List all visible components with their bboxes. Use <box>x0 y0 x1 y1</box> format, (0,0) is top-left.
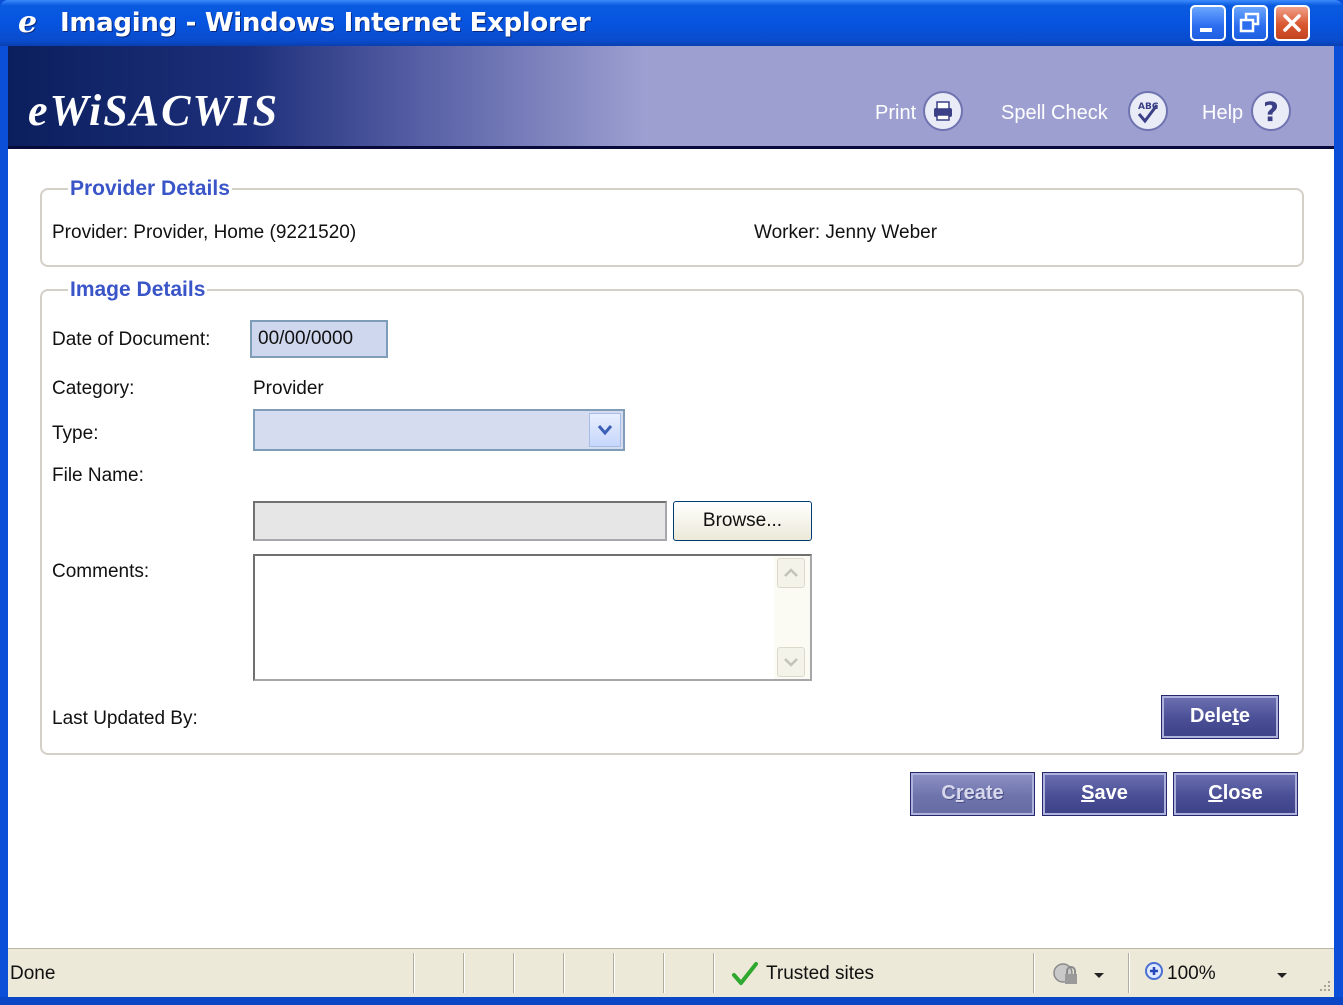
provider-details-legend: Provider Details <box>70 177 230 200</box>
status-text: Done <box>10 963 56 984</box>
minimize-button[interactable] <box>1190 5 1226 41</box>
status-divider <box>513 953 514 993</box>
protected-mode-button[interactable] <box>1050 959 1120 989</box>
restore-button[interactable] <box>1232 5 1268 41</box>
close-window-button[interactable] <box>1274 5 1310 41</box>
status-divider <box>1033 953 1034 993</box>
comments-scrollbar[interactable] <box>774 556 810 679</box>
app-banner: eWiSACWIS Print Spell Check ABC Help ? <box>8 46 1334 149</box>
close-label-post: lose <box>1222 782 1263 804</box>
close-label-accel: C <box>1208 782 1223 804</box>
app-logo: eWiSACWIS <box>28 86 280 135</box>
create-label-post: eate <box>963 782 1004 804</box>
help-icon[interactable]: ? <box>1250 90 1292 132</box>
internet-explorer-icon: e <box>18 5 38 40</box>
type-label: Type: <box>52 423 99 444</box>
status-divider <box>463 953 464 993</box>
file-name-input[interactable] <box>253 501 667 541</box>
create-label-pre: C <box>941 782 956 804</box>
chevron-down-icon <box>784 658 798 667</box>
resize-grip-icon[interactable] <box>1314 977 1332 995</box>
comments-textarea[interactable] <box>253 554 812 681</box>
save-label-post: ave <box>1094 782 1128 804</box>
print-link[interactable]: Print <box>875 98 916 128</box>
zoom-level: 100% <box>1167 963 1216 984</box>
close-icon <box>1283 14 1301 32</box>
checkmark-icon <box>732 962 758 985</box>
chevron-up-icon <box>784 568 798 577</box>
save-button[interactable]: Save <box>1042 772 1167 816</box>
page-content: eWiSACWIS Print Spell Check ABC Help ? P… <box>8 46 1334 948</box>
image-details-group: Image Details <box>40 278 1304 755</box>
zoom-button[interactable]: 100% <box>1143 957 1303 989</box>
chevron-down-icon <box>1277 973 1287 978</box>
status-divider <box>1128 953 1129 993</box>
date-of-document-label: Date of Document: <box>52 329 211 350</box>
status-divider <box>613 953 614 993</box>
delete-button[interactable]: Delete <box>1161 695 1279 739</box>
status-divider <box>713 953 714 993</box>
create-button[interactable]: Create <box>910 772 1035 816</box>
status-divider <box>663 953 664 993</box>
delete-label-post: e <box>1238 705 1251 727</box>
type-dropdown-button[interactable] <box>589 413 621 447</box>
status-bar: Done Trusted sites 100% <box>8 948 1334 997</box>
worker-text: Worker: Jenny Weber <box>754 222 938 243</box>
spell-check-link[interactable]: Spell Check <box>1001 98 1108 128</box>
save-label-accel: S <box>1081 782 1095 804</box>
create-label-accel: r <box>955 782 964 804</box>
restore-icon <box>1239 12 1260 33</box>
svg-text:?: ? <box>1263 97 1279 128</box>
zoom-icon <box>1145 962 1163 980</box>
browse-button[interactable]: Browse... <box>673 501 812 541</box>
image-details-legend: Image Details <box>70 278 206 301</box>
title-bar[interactable]: e Imaging - Windows Internet Explorer <box>0 0 1343 46</box>
category-value: Provider <box>253 378 324 399</box>
globe-lock-icon <box>1053 963 1077 984</box>
status-divider <box>413 953 414 993</box>
type-select[interactable] <box>253 409 625 451</box>
status-divider <box>563 953 564 993</box>
spell-check-icon[interactable]: ABC <box>1127 90 1169 132</box>
delete-label-accel: t <box>1232 705 1239 727</box>
scroll-down-button[interactable] <box>777 647 805 677</box>
date-of-document-field[interactable]: 00/00/0000 <box>250 320 388 358</box>
close-button[interactable]: Close <box>1173 772 1298 816</box>
help-link[interactable]: Help <box>1202 98 1243 128</box>
browser-window: e Imaging - Windows Internet Explorer eW… <box>0 0 1343 1005</box>
minimize-icon <box>1200 28 1212 32</box>
delete-label-pre: Dele <box>1189 705 1233 727</box>
scroll-up-button[interactable] <box>777 558 805 588</box>
banner-divider <box>8 146 1334 149</box>
comments-label: Comments: <box>52 561 150 582</box>
chevron-down-icon <box>597 425 613 436</box>
security-zone-text: Trusted sites <box>766 963 875 984</box>
category-label: Category: <box>52 378 135 399</box>
last-updated-by-label: Last Updated By: <box>52 708 198 729</box>
window-title: Imaging - Windows Internet Explorer <box>60 8 591 38</box>
window-frame-bottom <box>0 997 1343 1005</box>
file-name-label: File Name: <box>52 465 144 486</box>
chevron-down-icon <box>1094 973 1104 978</box>
printer-icon[interactable] <box>922 90 964 132</box>
provider-text: Provider: Provider, Home (9221520) <box>52 222 357 243</box>
